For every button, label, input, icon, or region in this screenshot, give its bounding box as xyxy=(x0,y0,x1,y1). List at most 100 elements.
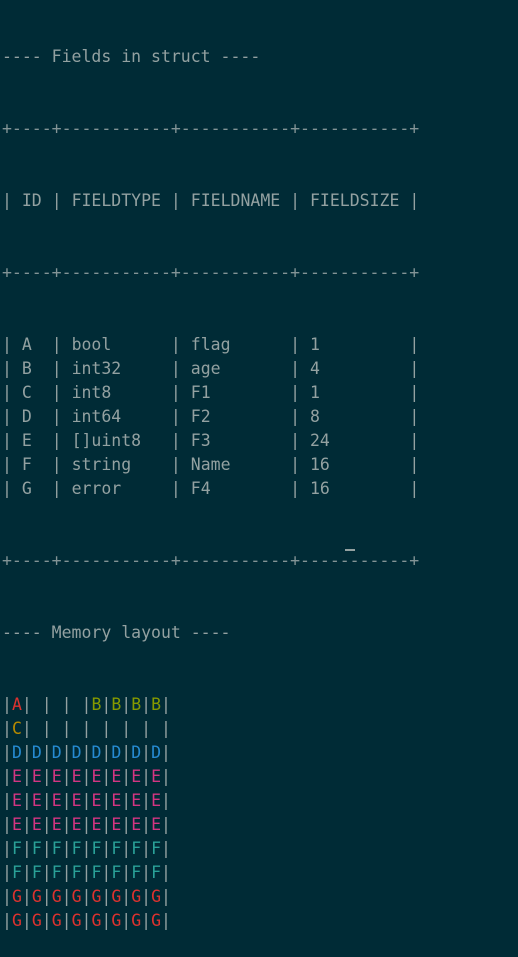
memory-cell: E xyxy=(11,791,22,810)
row-fieldsize: 1 xyxy=(310,335,410,354)
memory-cell: E xyxy=(111,791,122,810)
table-row: | E | []uint8 | F3 | 24 | xyxy=(2,431,420,450)
table-row: | C | int8 | F1 | 1 | xyxy=(2,383,420,402)
memory-cell xyxy=(52,719,62,738)
memory-cell: G xyxy=(31,887,42,906)
memory-row: |F|F|F|F|F|F|F|F| xyxy=(2,839,171,858)
memory-cell: F xyxy=(71,839,82,858)
memory-cell: G xyxy=(11,887,22,906)
memory-cell xyxy=(52,695,62,714)
memory-cell: C xyxy=(11,719,22,738)
memory-cell: E xyxy=(11,815,22,834)
row-fieldname: F2 xyxy=(190,407,291,426)
terminal-output: ---- Fields in struct ---- +----+-------… xyxy=(2,0,419,957)
memory-row: |E|E|E|E|E|E|E|E| xyxy=(2,815,171,834)
memory-cell: E xyxy=(151,791,161,810)
row-fieldsize: 1 xyxy=(310,383,410,402)
memory-cell: G xyxy=(91,911,102,930)
table-top-border: +----+-----------+-----------+----------… xyxy=(2,119,420,138)
memory-cell: F xyxy=(111,839,122,858)
memory-cell: G xyxy=(131,911,142,930)
memory-cell xyxy=(32,695,42,714)
memory-cell xyxy=(72,695,82,714)
memory-cell: G xyxy=(111,911,122,930)
memory-cell: G xyxy=(151,911,161,930)
memory-cell: B xyxy=(151,695,161,714)
memory-cell: E xyxy=(151,815,161,834)
column-header-fieldsize: FIELDSIZE xyxy=(310,191,410,210)
memory-row: |E|E|E|E|E|E|E|E| xyxy=(2,791,171,810)
memory-row: |E|E|E|E|E|E|E|E| xyxy=(2,767,171,786)
row-fieldsize: 16 xyxy=(310,479,410,498)
memory-cell: D xyxy=(31,743,42,762)
memory-cell: E xyxy=(51,791,62,810)
memory-cell: F xyxy=(51,839,62,858)
memory-cell xyxy=(111,719,121,738)
table-row: | A | bool | flag | 1 | xyxy=(2,335,420,354)
memory-cell: D xyxy=(111,743,122,762)
row-fieldsize: 16 xyxy=(310,455,410,474)
column-header-fieldtype: FIELDTYPE xyxy=(71,191,171,210)
memory-layout-grid: |A| | | |B|B|B|B| |C| | | | | | | | |D|D|D… xyxy=(2,693,419,933)
memory-cell: F xyxy=(51,863,62,882)
row-fieldtype: string xyxy=(71,455,171,474)
memory-cell: G xyxy=(131,887,142,906)
memory-row: |C| | | | | | | | xyxy=(2,719,171,738)
memory-row: |F|F|F|F|F|F|F|F| xyxy=(2,863,171,882)
memory-cell: D xyxy=(91,743,102,762)
row-id: E xyxy=(21,431,52,450)
memory-cell xyxy=(131,719,141,738)
table-row: | F | string | Name | 16 | xyxy=(2,455,420,474)
memory-cell: F xyxy=(31,839,42,858)
memory-cell xyxy=(151,719,161,738)
memory-cell: E xyxy=(71,815,82,834)
row-fieldtype: int32 xyxy=(71,359,171,378)
memory-cell xyxy=(32,719,42,738)
row-id: A xyxy=(21,335,52,354)
memory-cell: D xyxy=(151,743,161,762)
memory-cell: G xyxy=(91,887,102,906)
memory-row: |A| | | |B|B|B|B| xyxy=(2,695,171,714)
row-fieldsize: 8 xyxy=(310,407,410,426)
row-fieldname: F1 xyxy=(190,383,291,402)
row-id: C xyxy=(21,383,52,402)
fields-header: ---- Fields in struct ---- xyxy=(2,47,261,66)
memory-cell: D xyxy=(71,743,82,762)
row-fieldname: flag xyxy=(190,335,291,354)
memory-cell: G xyxy=(71,887,82,906)
memory-cell: G xyxy=(51,911,62,930)
memory-row: |G|G|G|G|G|G|G|G| xyxy=(2,911,171,930)
memory-cell: G xyxy=(151,887,161,906)
memory-cell: F xyxy=(31,863,42,882)
row-fieldtype: int64 xyxy=(71,407,171,426)
memory-cell: F xyxy=(11,863,22,882)
table-header-row: | ID | FIELDTYPE | FIELDNAME | FIELDSIZE… xyxy=(2,191,420,210)
memory-cell: D xyxy=(11,743,22,762)
memory-cell: E xyxy=(111,767,122,786)
memory-cell: E xyxy=(51,815,62,834)
memory-cell: A xyxy=(11,695,22,714)
memory-cell: F xyxy=(131,839,142,858)
row-fieldtype: error xyxy=(71,479,171,498)
memory-cell: E xyxy=(131,767,142,786)
memory-cell: E xyxy=(91,791,102,810)
memory-row: |D|D|D|D|D|D|D|D| xyxy=(2,743,171,762)
row-fieldname: F4 xyxy=(190,479,291,498)
row-fieldname: F3 xyxy=(190,431,291,450)
memory-cell: E xyxy=(131,815,142,834)
memory-cell: G xyxy=(51,887,62,906)
memory-cell: E xyxy=(111,815,122,834)
row-id: B xyxy=(21,359,52,378)
memory-cell xyxy=(91,719,101,738)
memory-cell: E xyxy=(31,815,42,834)
memory-cell: F xyxy=(91,863,102,882)
memory-cell: F xyxy=(111,863,122,882)
memory-cell: E xyxy=(131,791,142,810)
memory-cell: E xyxy=(31,791,42,810)
row-fieldname: age xyxy=(190,359,291,378)
row-fieldtype: bool xyxy=(71,335,171,354)
row-id: F xyxy=(21,455,52,474)
memory-cell: B xyxy=(111,695,122,714)
table-row: | D | int64 | F2 | 8 | xyxy=(2,407,420,426)
row-fieldtype: int8 xyxy=(71,383,171,402)
